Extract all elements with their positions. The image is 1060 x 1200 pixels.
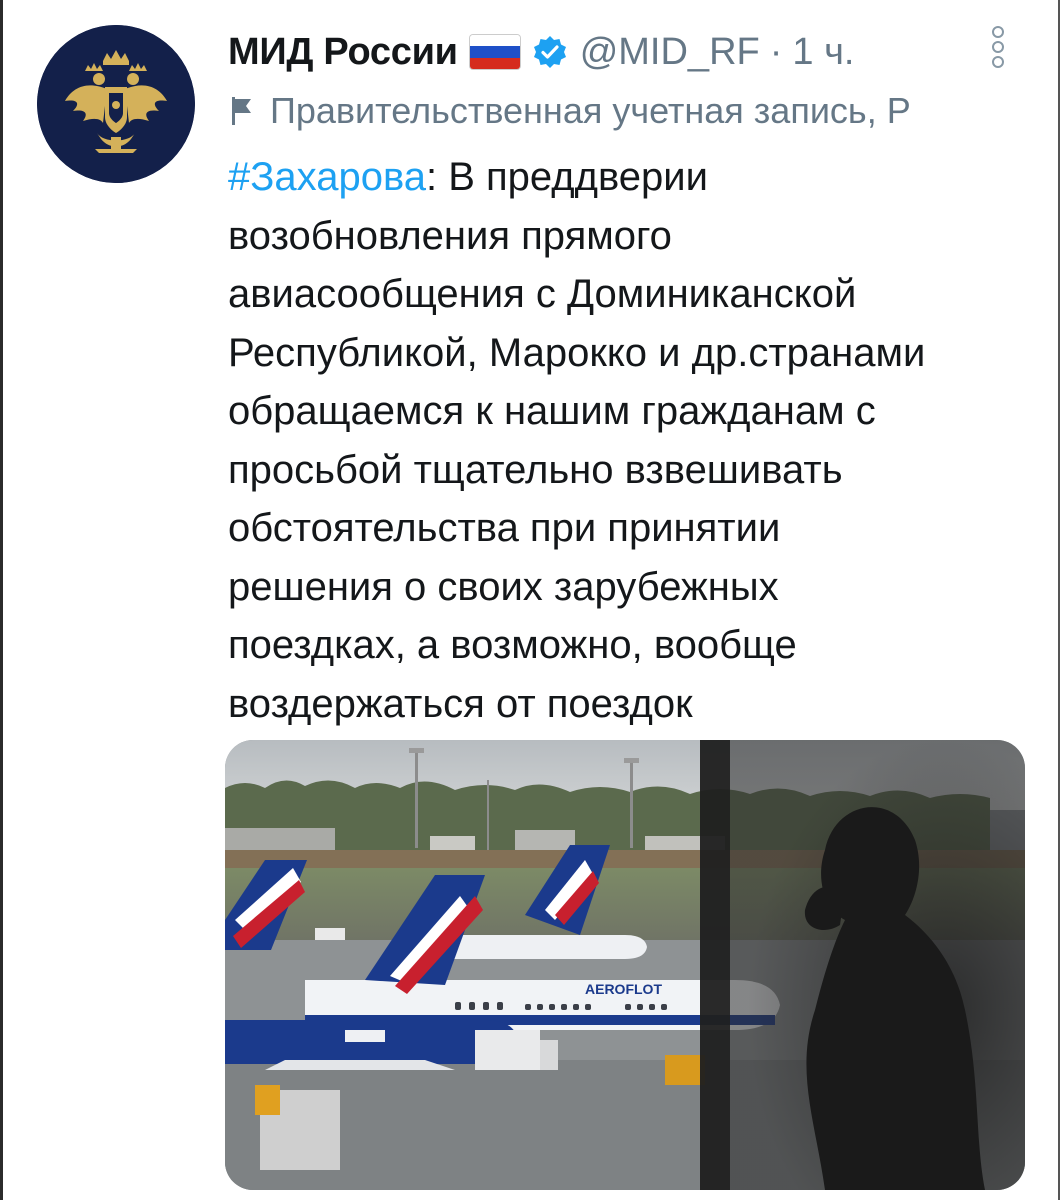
tweet-text-line: #Захарова: В преддверии (228, 148, 1028, 207)
airport-photo: AEROFLOT (225, 740, 1025, 1190)
government-account-label: Правительственная учетная запись, Р (270, 90, 911, 131)
tweet-text-line: авиасообщения с Доминиканской (228, 272, 857, 316)
tweet-text-line: обращаемся к нашим гражданам с (228, 389, 876, 433)
tweet-text-line: Республикой, Марокко и др.странами (228, 330, 926, 375)
display-name[interactable]: МИД России (228, 31, 458, 74)
hashtag-link[interactable]: #Захарова (228, 155, 426, 199)
tweet-text-line: возобновления прямого (228, 213, 672, 258)
tweet-text-segment: : В преддверии (426, 155, 708, 199)
more-options-icon[interactable] (986, 22, 1010, 72)
russia-flag-icon (469, 35, 520, 69)
tweet-text: #Захарова: В преддверии возобновления пр… (228, 148, 1028, 733)
avatar[interactable] (37, 25, 195, 183)
account-label: Правительственная учетная запись, Р (230, 86, 1060, 136)
tweet-header: МИД России @MID_RF · 1 ч. (228, 22, 854, 82)
tweet-text-line: воздержаться от поездок (228, 681, 693, 726)
mfa-emblem-icon (37, 25, 195, 183)
tweet-text-line: просьбой тщательно взвешивать (228, 447, 843, 492)
tweet-text-line: решения о своих зарубежных (228, 564, 779, 609)
flag-pennant-icon (232, 97, 251, 125)
tweet-media-photo[interactable]: AEROFLOT (225, 740, 1025, 1190)
tweet[interactable]: МИД России @MID_RF · 1 ч. Правительствен… (0, 0, 1060, 1200)
tweet-text-line: обстоятельства при принятии (228, 506, 781, 550)
timestamp[interactable]: 1 ч. (792, 31, 854, 74)
verified-badge-icon (533, 36, 566, 68)
separator-dot: · (769, 30, 783, 73)
aircraft-livery-text: AEROFLOT (585, 981, 662, 997)
user-handle[interactable]: @MID_RF (580, 31, 760, 74)
tweet-text-line: поездках, а возможно, вообще (228, 623, 797, 667)
